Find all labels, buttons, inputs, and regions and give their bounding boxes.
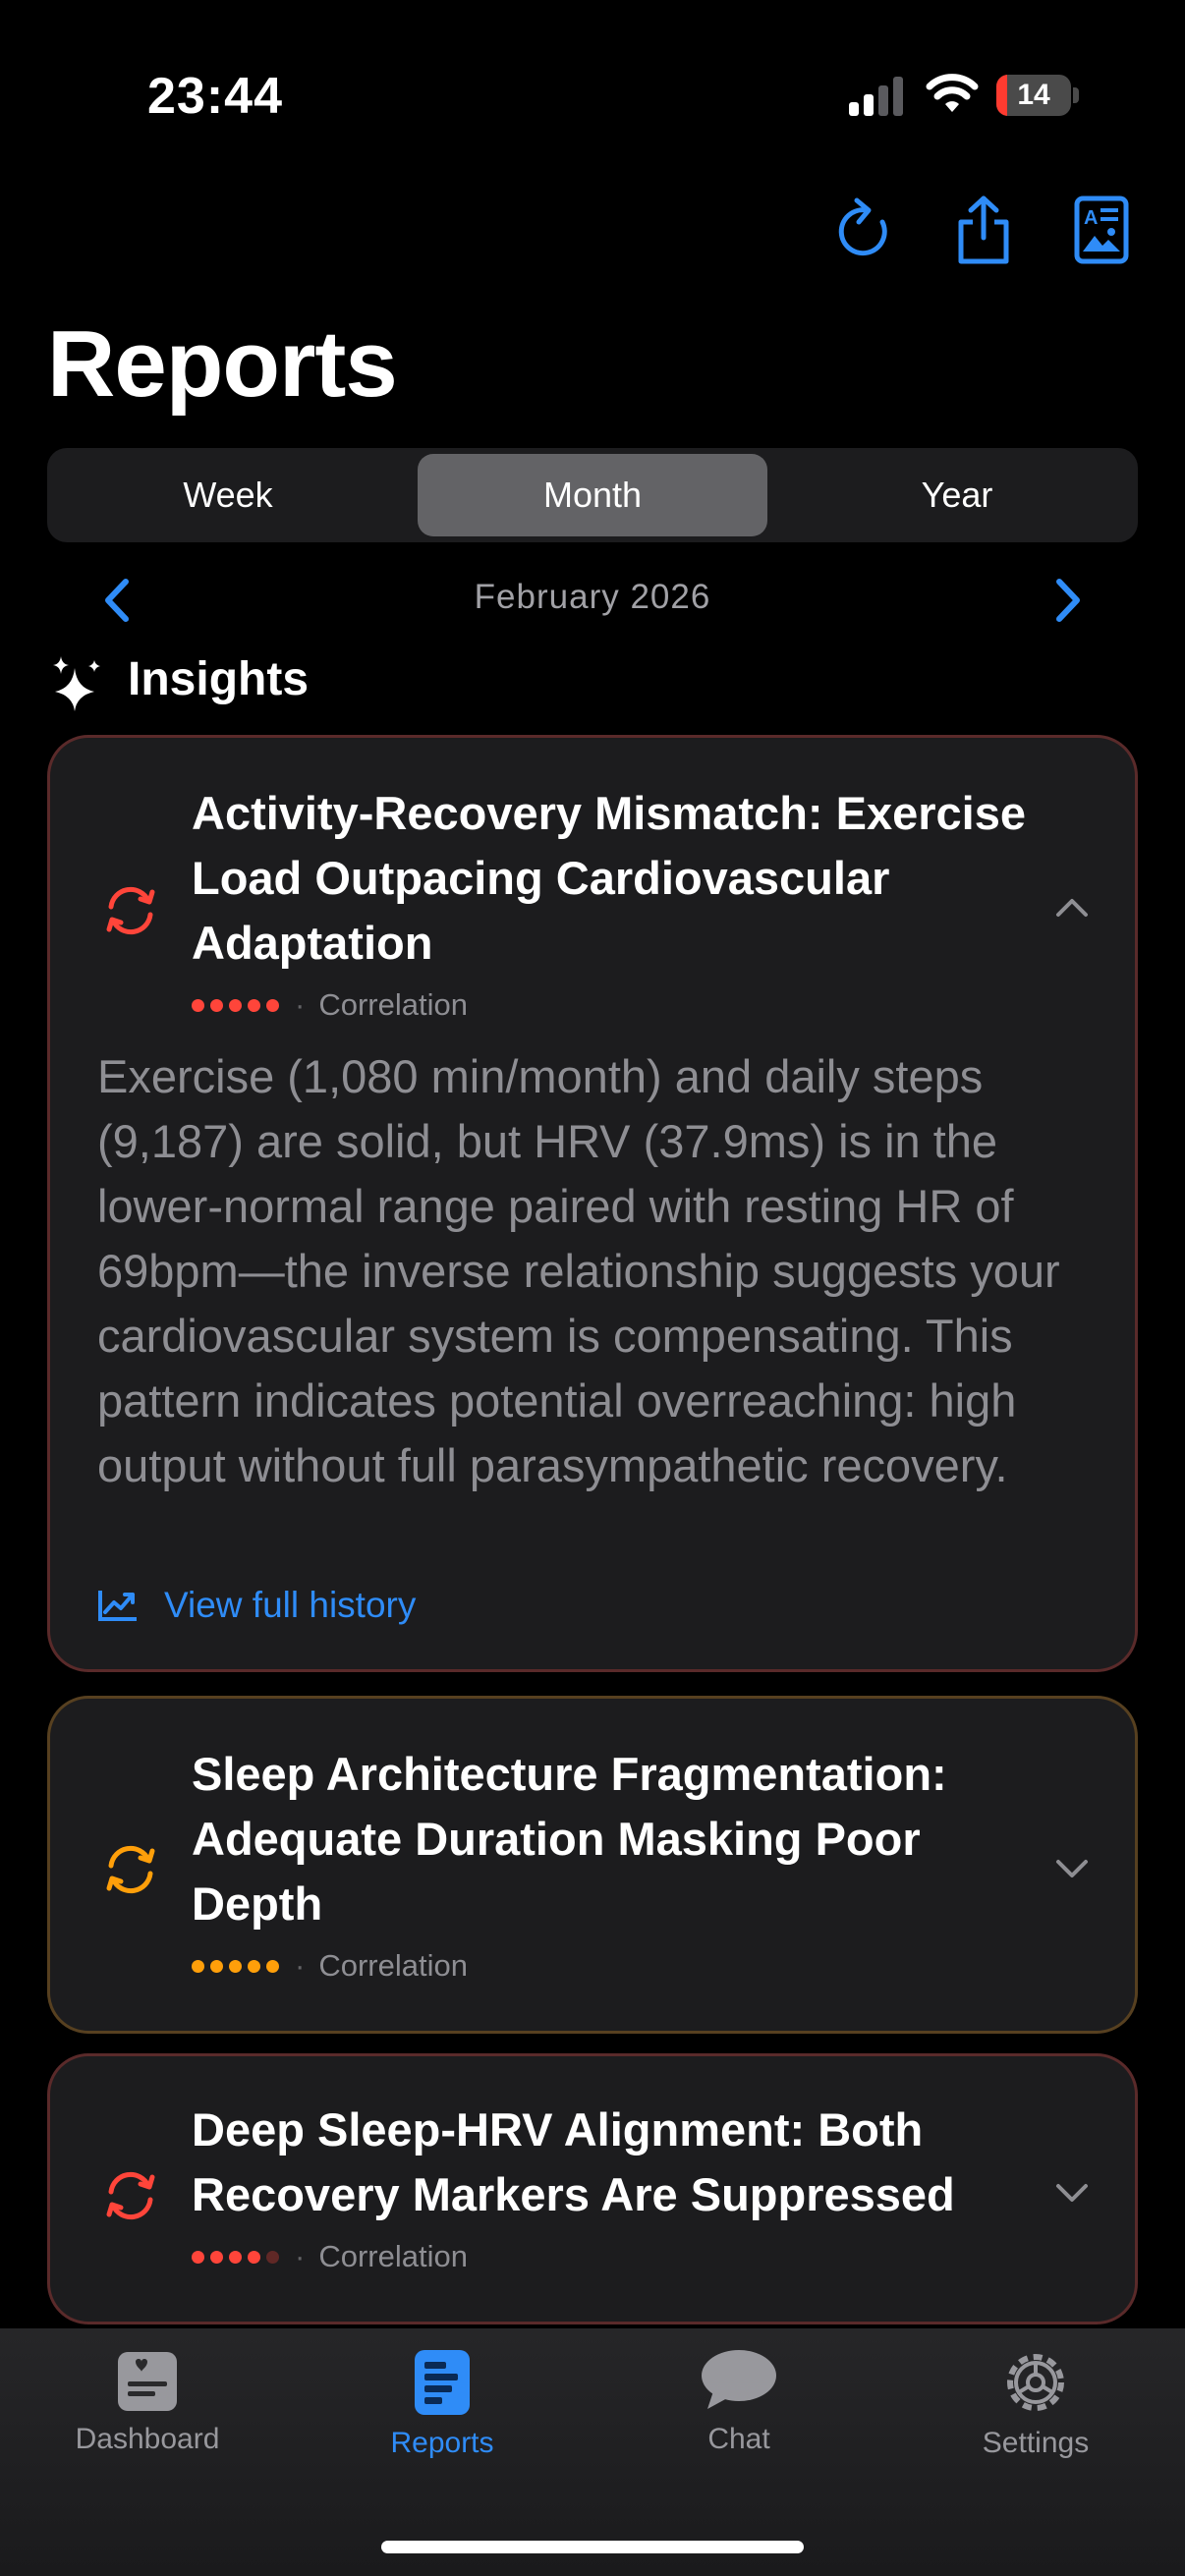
insight-category: Correlation: [318, 987, 468, 1022]
view-full-history-label: View full history: [164, 1585, 417, 1625]
cycle-arrows-icon: [106, 886, 155, 935]
strength-dot: [192, 1959, 204, 1973]
chevron-down-icon[interactable]: [1052, 1856, 1092, 1883]
tab-label: Settings: [982, 2427, 1090, 2459]
tab-bar: Dashboard Reports Chat Settings: [0, 2328, 1185, 2576]
gear-icon: [1007, 2354, 1064, 2411]
segment-month[interactable]: Month: [418, 454, 767, 536]
strength-dot: [229, 998, 242, 1012]
home-indicator: [381, 2541, 804, 2553]
insight-meta: · Correlation: [192, 985, 468, 1025]
cycle-arrows-icon: [106, 1845, 155, 1894]
date-label: February 2026: [474, 578, 711, 616]
insight-card[interactable]: Sleep Architecture Fragmentation: Adequa…: [47, 1696, 1138, 2034]
insight-title: Activity-Recovery Mismatch: Exercise Loa…: [192, 787, 1027, 969]
strength-dot: [266, 2250, 279, 2264]
insight-category: Correlation: [318, 2239, 468, 2273]
tab-dashboard[interactable]: Dashboard: [0, 2348, 295, 2505]
tab-label: Dashboard: [75, 2423, 220, 2455]
tab-chat[interactable]: Chat: [592, 2348, 886, 2505]
insights-header: Insights: [128, 653, 310, 705]
trend-chart-icon: [98, 1591, 137, 1621]
strength-dots: [192, 998, 279, 1012]
reports-icon: [415, 2350, 470, 2415]
strength-dot: [210, 1959, 223, 1973]
strength-dots: [192, 2250, 279, 2264]
tab-label: Chat: [707, 2423, 770, 2455]
view-full-history-link[interactable]: View full history: [97, 1585, 416, 1626]
sparkles-icon: [53, 656, 100, 711]
strength-dot: [229, 1959, 242, 1973]
strength-dot: [192, 2250, 204, 2264]
battery-level: 14: [1017, 79, 1050, 111]
strength-dot: [248, 1959, 260, 1973]
strength-dots: [192, 1959, 279, 1973]
insight-card[interactable]: Activity-Recovery Mismatch: Exercise Loa…: [47, 735, 1138, 1672]
chat-bubble-icon: [702, 2350, 776, 2409]
wifi-icon: [926, 74, 979, 112]
insight-body: Exercise (1,080 min/month) and daily ste…: [97, 1050, 1060, 1491]
insight-title: Sleep Architecture Fragmentation: Adequa…: [192, 1748, 947, 1930]
report-document-icon[interactable]: A: [1067, 193, 1136, 267]
tab-reports[interactable]: Reports: [295, 2348, 590, 2505]
battery-icon: 14: [996, 75, 1079, 116]
insight-meta: · Correlation: [192, 2237, 468, 2276]
strength-dot: [210, 2250, 223, 2264]
cycle-arrows-icon: [106, 2171, 155, 2220]
segment-week[interactable]: Week: [53, 454, 403, 536]
insight-category: Correlation: [318, 1948, 468, 1983]
chevron-left-icon[interactable]: [96, 576, 136, 625]
chevron-up-icon[interactable]: [1052, 893, 1092, 921]
chevron-right-icon[interactable]: [1049, 576, 1089, 625]
chevron-down-icon[interactable]: [1052, 2180, 1092, 2208]
strength-dot: [248, 2250, 260, 2264]
insight-meta: · Correlation: [192, 1946, 468, 1986]
strength-dot: [248, 998, 260, 1012]
tab-settings[interactable]: Settings: [888, 2348, 1183, 2505]
strength-dot: [192, 998, 204, 1012]
strength-dot: [266, 1959, 279, 1973]
insight-title: Deep Sleep-HRV Alignment: Both Recovery …: [192, 2103, 955, 2220]
strength-dot: [266, 998, 279, 1012]
strength-dot: [229, 2250, 242, 2264]
status-time: 23:44: [147, 68, 283, 125]
period-segmented-control: Week Month Year: [47, 448, 1138, 542]
svg-text:A: A: [1084, 207, 1098, 229]
page-title: Reports: [47, 311, 398, 417]
insight-card[interactable]: Deep Sleep-HRV Alignment: Both Recovery …: [47, 2053, 1138, 2324]
tab-label: Reports: [390, 2427, 494, 2459]
share-icon[interactable]: [949, 193, 1018, 267]
cellular-signal-icon: [849, 77, 903, 116]
dashboard-card-icon: [118, 2352, 177, 2411]
refresh-icon[interactable]: [831, 193, 900, 267]
strength-dot: [210, 998, 223, 1012]
segment-year[interactable]: Year: [782, 454, 1132, 536]
